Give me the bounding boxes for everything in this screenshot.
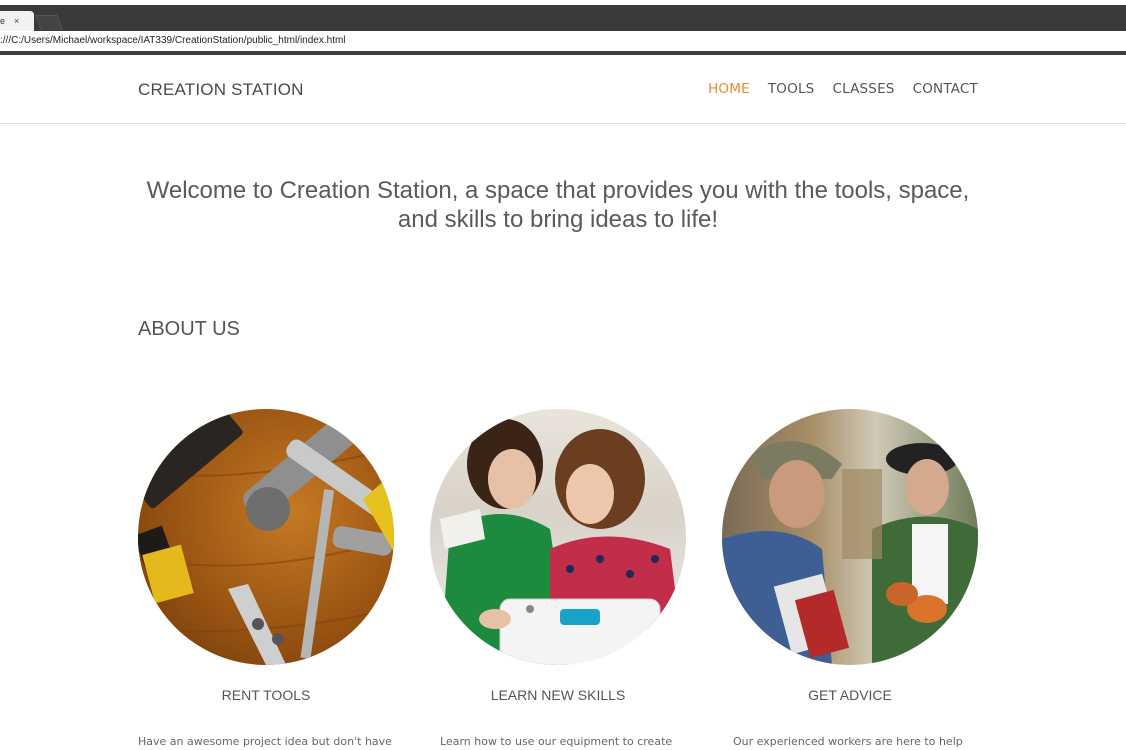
students-photo (430, 409, 686, 665)
feature-text: Our experienced workers are here to help (733, 735, 963, 748)
new-tab-button[interactable] (35, 15, 63, 30)
hero-line-2: and skills to bring ideas to life! (397, 206, 719, 233)
hero-text: Welcome to Creation Station, a space tha… (130, 176, 986, 234)
nav-contact[interactable]: CONTACT (913, 81, 978, 97)
feature-text: Have an awesome project idea but don't h… (138, 735, 392, 748)
feature-title: GET ADVICE (808, 687, 892, 703)
site-header: CREATION STATION HOME TOOLS CLASSES CONT… (0, 55, 1126, 124)
hero-line-1: Welcome to Creation Station, a space tha… (146, 177, 970, 204)
nav-home[interactable]: HOME (708, 81, 750, 97)
feature-title: RENT TOOLS (221, 687, 311, 703)
feature-text: Learn how to use our equipment to create (440, 735, 673, 748)
browser-tabbar: e × (0, 5, 1126, 31)
nav-tools[interactable]: TOOLS (768, 81, 815, 97)
feature-learn-skills: LEARN NEW SKILLS Learn how to use our eq… (430, 409, 686, 748)
workers-photo (722, 409, 978, 665)
about-title: ABOUT US (138, 318, 240, 340)
feature-get-advice: GET ADVICE Our experienced workers are h… (722, 409, 978, 748)
feature-rent-tools: RENT TOOLS Have an awesome project idea … (138, 409, 394, 748)
tab-close-icon[interactable]: × (14, 16, 19, 26)
browser-tab[interactable]: e × (0, 11, 34, 31)
site-logo[interactable]: CREATION STATION (138, 80, 304, 100)
address-bar[interactable]: :///C:/Users/Michael/workspace/IAT339/Cr… (0, 31, 1126, 51)
nav-classes[interactable]: CLASSES (832, 81, 894, 97)
tools-photo (138, 409, 394, 665)
feature-title: LEARN NEW SKILLS (490, 687, 626, 703)
main-nav: HOME TOOLS CLASSES CONTACT (708, 81, 978, 97)
address-url: :///C:/Users/Michael/workspace/IAT339/Cr… (0, 35, 346, 46)
tab-title: e (0, 16, 6, 26)
